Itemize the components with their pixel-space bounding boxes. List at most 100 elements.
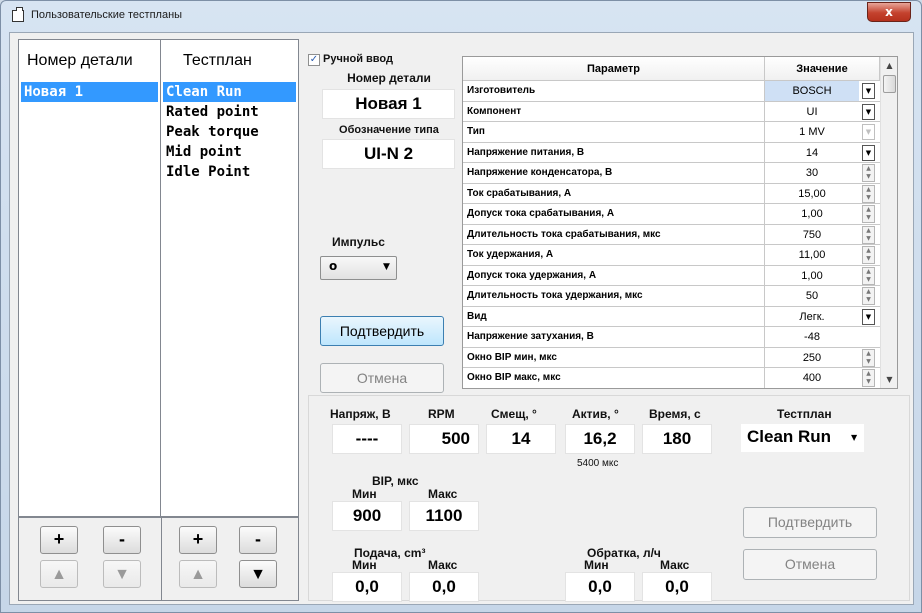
param-value-cell[interactable]: 750 ▲ ▼ bbox=[765, 225, 880, 245]
spinner-arrows-icon[interactable]: ▲ ▼ bbox=[862, 164, 875, 182]
caret-down-icon[interactable]: ▼ bbox=[862, 83, 875, 99]
param-name-cell: Окно BIP мин, мкс bbox=[463, 347, 765, 368]
param-value: -48 bbox=[804, 331, 820, 343]
table-row[interactable]: Ток срабатывания, А 15,00 ▲ ▼ bbox=[463, 183, 880, 204]
param-value-cell[interactable]: 30 ▲ ▼ bbox=[765, 163, 880, 184]
cancel-measurement-button[interactable]: Отмена bbox=[743, 549, 877, 580]
grid-scrollbar[interactable]: ▲ ▼ bbox=[880, 57, 897, 388]
table-row[interactable]: Вид Легк. ▼ bbox=[463, 306, 880, 327]
manual-input-checkbox[interactable]: ✓ bbox=[308, 54, 320, 66]
part-number-field[interactable]: Новая 1 bbox=[322, 89, 455, 119]
spinner-arrows-icon[interactable]: ▲ ▼ bbox=[862, 266, 875, 285]
return-max-field[interactable]: 0,0 bbox=[642, 572, 712, 602]
table-row[interactable]: Напряжение конденсатора, В 30 ▲ ▼ bbox=[463, 163, 880, 184]
grid-header-param: Параметр bbox=[463, 57, 765, 81]
close-button[interactable]: x bbox=[867, 2, 911, 22]
return-min-field[interactable]: 0,0 bbox=[565, 572, 635, 602]
list-item[interactable]: Rated point bbox=[163, 102, 296, 122]
divider bbox=[161, 518, 162, 600]
param-value-cell[interactable]: UI ▼ bbox=[765, 102, 880, 122]
move-testplan-down-button[interactable]: ▼ bbox=[239, 560, 277, 588]
add-part-button[interactable]: + bbox=[40, 526, 78, 554]
table-row[interactable]: Компонент UI ▼ bbox=[463, 101, 880, 122]
param-value: 1 MV bbox=[799, 126, 825, 138]
confirm-measurement-button[interactable]: Подтвердить bbox=[743, 507, 877, 538]
move-part-down-button[interactable]: ▼ bbox=[103, 560, 141, 588]
move-testplan-up-button[interactable]: ▲ bbox=[179, 560, 217, 588]
param-value-cell[interactable]: 1,00 ▲ ▼ bbox=[765, 204, 880, 225]
spinner-arrows-icon[interactable]: ▲ ▼ bbox=[862, 246, 875, 264]
list-item[interactable]: Новая 1 bbox=[21, 82, 158, 102]
remove-part-button[interactable]: - bbox=[103, 526, 141, 554]
spinner-arrows-icon[interactable]: ▲ ▼ bbox=[862, 205, 875, 223]
spinner-arrows-icon[interactable]: ▲ ▼ bbox=[862, 369, 875, 387]
parameters-grid[interactable]: Параметр Значение Изготовитель BOSCH ▼ Комп… bbox=[462, 56, 898, 389]
voltage-field[interactable]: ---- bbox=[332, 424, 402, 454]
pulse-dropdown[interactable]: о ▼ bbox=[320, 256, 397, 280]
param-value-cell[interactable]: 15,00 ▲ ▼ bbox=[765, 184, 880, 204]
caret-down-icon[interactable]: ▼ bbox=[862, 124, 875, 140]
add-testplan-button[interactable]: + bbox=[179, 526, 217, 554]
table-row[interactable]: Длительность тока срабатывания, мкс 750 ▲ ▼ bbox=[463, 224, 880, 245]
feed-max-field[interactable]: 0,0 bbox=[409, 572, 479, 602]
table-row[interactable]: Напряжение затухания, В -48 bbox=[463, 327, 880, 348]
caret-down-icon[interactable]: ▼ bbox=[862, 144, 875, 161]
param-value-cell[interactable]: BOSCH ▼ bbox=[765, 81, 880, 102]
param-value-cell[interactable]: 1 MV ▼ bbox=[765, 122, 880, 143]
list-item[interactable]: Idle Point bbox=[163, 162, 296, 182]
testplan-dropdown[interactable]: Clean Run ▼ bbox=[741, 424, 864, 452]
type-designation-field[interactable]: UI-N 2 bbox=[322, 139, 455, 169]
spinner-arrows-icon[interactable]: ▲ ▼ bbox=[862, 225, 875, 244]
title-bar[interactable]: Пользовательские тестпланы x bbox=[1, 1, 921, 31]
spinner-arrows-icon[interactable]: ▲ ▼ bbox=[862, 348, 875, 367]
offset-field[interactable]: 14 bbox=[486, 424, 556, 454]
bip-min-field[interactable]: 900 bbox=[332, 501, 402, 531]
param-value: 30 bbox=[805, 167, 819, 179]
rpm-field[interactable]: 500 bbox=[409, 424, 479, 454]
time-field[interactable]: 180 bbox=[642, 424, 712, 454]
table-row[interactable]: Изготовитель BOSCH ▼ bbox=[463, 81, 880, 102]
param-value-cell[interactable]: 400 ▲ ▼ bbox=[765, 368, 880, 388]
bip-max-field[interactable]: 1100 bbox=[409, 501, 479, 531]
param-value-cell[interactable]: 11,00 ▲ ▼ bbox=[765, 245, 880, 266]
table-row[interactable]: Допуск тока срабатывания, А 1,00 ▲ ▼ bbox=[463, 204, 880, 225]
param-name-cell: Напряжение конденсатора, В bbox=[463, 163, 765, 184]
list-item[interactable]: Peak torque bbox=[163, 122, 296, 142]
param-value-cell[interactable]: Легк. ▼ bbox=[765, 307, 880, 327]
testplan-list[interactable]: Тестплан Clean Run Rated point Peak torq… bbox=[160, 39, 299, 517]
confirm-details-button[interactable]: Подтвердить bbox=[320, 316, 444, 346]
cancel-details-button[interactable]: Отмена bbox=[320, 363, 444, 393]
param-name-cell: Напряжение питания, В bbox=[463, 142, 765, 163]
param-value-cell[interactable]: -48 bbox=[765, 327, 880, 348]
scroll-down-icon[interactable]: ▼ bbox=[881, 371, 897, 388]
active-field[interactable]: 16,2 bbox=[565, 424, 635, 454]
table-row[interactable]: Длительность тока удержания, мкс 50 ▲ ▼ bbox=[463, 286, 880, 307]
type-designation-label: Обозначение типа bbox=[339, 124, 439, 136]
param-value: 50 bbox=[805, 290, 819, 302]
remove-testplan-button[interactable]: - bbox=[239, 526, 277, 554]
table-row[interactable]: Допуск тока удержания, А 1,00 ▲ ▼ bbox=[463, 265, 880, 286]
table-row[interactable]: Окно BIP макс, мкс 400 ▲ ▼ bbox=[463, 368, 880, 388]
voltage-label: Напряж, В bbox=[330, 407, 391, 421]
parts-list[interactable]: Номер детали Новая 1 bbox=[18, 39, 161, 517]
param-value-cell[interactable]: 50 ▲ ▼ bbox=[765, 286, 880, 307]
move-part-up-button[interactable]: ▲ bbox=[40, 560, 78, 588]
param-value-cell[interactable]: 250 ▲ ▼ bbox=[765, 348, 880, 368]
scroll-thumb[interactable] bbox=[883, 75, 896, 93]
spinner-arrows-icon[interactable]: ▲ ▼ bbox=[862, 287, 875, 305]
table-row[interactable]: Напряжение питания, В 14 ▼ bbox=[463, 142, 880, 163]
table-row[interactable]: Тип 1 MV ▼ bbox=[463, 122, 880, 143]
feed-min-field[interactable]: 0,0 bbox=[332, 572, 402, 602]
caret-down-icon[interactable]: ▼ bbox=[862, 103, 875, 120]
param-value: 15,00 bbox=[798, 187, 826, 200]
scroll-up-icon[interactable]: ▲ bbox=[881, 57, 897, 74]
caret-down-icon[interactable]: ▼ bbox=[862, 308, 875, 325]
list-item[interactable]: Clean Run bbox=[163, 82, 296, 102]
param-value-cell[interactable]: 1,00 ▲ ▼ bbox=[765, 266, 880, 286]
param-value: 400 bbox=[802, 372, 822, 384]
list-item[interactable]: Mid point bbox=[163, 142, 296, 162]
param-value-cell[interactable]: 14 ▼ bbox=[765, 143, 880, 163]
table-row[interactable]: Ток удержания, А 11,00 ▲ ▼ bbox=[463, 245, 880, 266]
spinner-arrows-icon[interactable]: ▲ ▼ bbox=[862, 184, 875, 203]
table-row[interactable]: Окно BIP мин, мкс 250 ▲ ▼ bbox=[463, 347, 880, 368]
